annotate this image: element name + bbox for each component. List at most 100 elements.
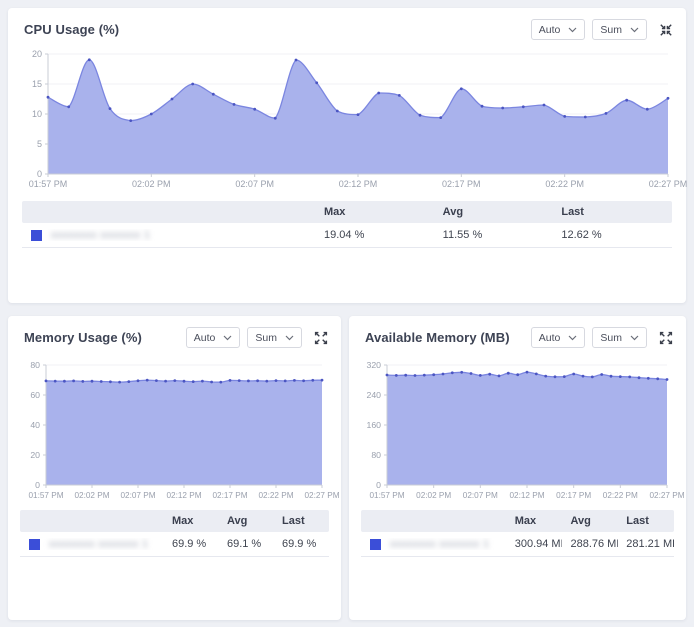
- expand-icon: [314, 331, 328, 345]
- svg-text:80: 80: [30, 360, 40, 370]
- time-interval-select[interactable]: Auto: [186, 327, 241, 348]
- legend-col-last: Last: [618, 515, 674, 527]
- select-value: Sum: [600, 332, 622, 344]
- legend-col-max: Max: [164, 515, 219, 527]
- svg-text:0: 0: [37, 169, 42, 179]
- series-max-value: 19.04 %: [316, 229, 435, 241]
- aggregation-select[interactable]: Sum: [592, 19, 647, 40]
- expand-icon: [659, 331, 673, 345]
- svg-text:02:17 PM: 02:17 PM: [556, 491, 591, 500]
- legend-col-avg: Avg: [219, 515, 274, 527]
- series-max-value: 69.9 %: [164, 538, 219, 550]
- time-interval-select[interactable]: Auto: [531, 327, 586, 348]
- svg-text:02:12 PM: 02:12 PM: [509, 491, 544, 500]
- svg-text:01:57 PM: 01:57 PM: [369, 491, 404, 500]
- cpu-usage-panel: CPU Usage (%) Auto Sum: [8, 8, 686, 303]
- legend-row[interactable]: xxxxxxxx xxxxxxx 1 69.9 % 69.1 % 69.9 %: [20, 532, 329, 557]
- svg-text:02:07 PM: 02:07 PM: [463, 491, 498, 500]
- svg-text:60: 60: [30, 390, 40, 400]
- legend-row[interactable]: xxxxxxxx xxxxxxx 1 300.94 MB 288.76 MB 2…: [361, 532, 674, 557]
- legend-header: Max Avg Last: [361, 510, 674, 532]
- chevron-down-icon: [568, 335, 577, 341]
- chevron-down-icon: [223, 335, 232, 341]
- svg-text:02:27 PM: 02:27 PM: [649, 179, 688, 189]
- series-name-blurred: xxxxxxxx xxxxxxx 1: [49, 538, 148, 550]
- series-last-value: 12.62 %: [553, 229, 672, 241]
- aggregation-select[interactable]: Sum: [592, 327, 647, 348]
- svg-text:02:07 PM: 02:07 PM: [235, 179, 274, 189]
- svg-text:02:02 PM: 02:02 PM: [132, 179, 171, 189]
- select-value: Auto: [194, 332, 216, 344]
- panel-controls: Auto Sum: [531, 19, 673, 40]
- chevron-down-icon: [285, 335, 294, 341]
- svg-text:5: 5: [37, 139, 42, 149]
- svg-text:80: 80: [371, 450, 381, 460]
- panel-header: CPU Usage (%) Auto Sum: [8, 8, 686, 40]
- select-value: Sum: [255, 332, 277, 344]
- series-color-swatch: [29, 539, 40, 550]
- chevron-down-icon: [568, 27, 577, 33]
- svg-text:02:27 PM: 02:27 PM: [304, 491, 339, 500]
- svg-text:15: 15: [32, 79, 42, 89]
- series-last-value: 69.9 %: [274, 538, 329, 550]
- svg-text:20: 20: [32, 49, 42, 59]
- svg-text:01:57 PM: 01:57 PM: [29, 179, 68, 189]
- panel-header: Memory Usage (%) Auto Sum: [8, 316, 341, 348]
- chevron-down-icon: [630, 27, 639, 33]
- svg-text:160: 160: [367, 420, 382, 430]
- collapse-button[interactable]: [659, 23, 673, 37]
- collapse-icon: [659, 23, 673, 37]
- svg-text:02:22 PM: 02:22 PM: [545, 179, 584, 189]
- svg-text:02:22 PM: 02:22 PM: [258, 491, 293, 500]
- panel-header: Available Memory (MB) Auto Sum: [349, 316, 686, 348]
- legend-header: Max Avg Last: [22, 201, 672, 223]
- series-name-blurred: xxxxxxxx xxxxxxx 1: [390, 538, 489, 550]
- series-last-value: 281.21 MB: [618, 538, 674, 550]
- legend-col-avg: Avg: [435, 206, 554, 218]
- svg-text:02:12 PM: 02:12 PM: [166, 491, 201, 500]
- series-color-swatch: [31, 230, 42, 241]
- legend-col-last: Last: [274, 515, 329, 527]
- panel-title: CPU Usage (%): [24, 22, 119, 37]
- select-value: Sum: [600, 24, 622, 36]
- svg-text:02:17 PM: 02:17 PM: [442, 179, 481, 189]
- legend-table: Max Avg Last xxxxxxxx xxxxxxx 1 69.9 % 6…: [20, 510, 329, 557]
- available-memory-panel: Available Memory (MB) Auto Sum: [349, 316, 686, 620]
- panel-controls: Auto Sum: [186, 327, 328, 348]
- legend-col-avg: Avg: [562, 515, 618, 527]
- memory-usage-chart[interactable]: 02040608001:57 PM02:02 PM02:07 PM02:12 P…: [20, 357, 329, 503]
- svg-text:20: 20: [30, 450, 40, 460]
- legend-col-max: Max: [507, 515, 563, 527]
- expand-button[interactable]: [659, 331, 673, 345]
- expand-button[interactable]: [314, 331, 328, 345]
- memory-usage-panel: Memory Usage (%) Auto Sum: [8, 316, 341, 620]
- legend-row[interactable]: xxxxxxxx xxxxxxx 1 19.04 % 11.55 % 12.62…: [22, 223, 672, 248]
- svg-text:02:02 PM: 02:02 PM: [74, 491, 109, 500]
- panel-title: Memory Usage (%): [24, 330, 142, 345]
- svg-text:02:07 PM: 02:07 PM: [120, 491, 155, 500]
- series-avg-value: 69.1 %: [219, 538, 274, 550]
- select-value: Auto: [539, 24, 561, 36]
- svg-text:02:02 PM: 02:02 PM: [416, 491, 451, 500]
- svg-text:240: 240: [367, 390, 382, 400]
- series-max-value: 300.94 MB: [507, 538, 563, 550]
- series-color-swatch: [370, 539, 381, 550]
- svg-text:02:27 PM: 02:27 PM: [649, 491, 684, 500]
- svg-text:0: 0: [35, 480, 40, 490]
- time-interval-select[interactable]: Auto: [531, 19, 586, 40]
- aggregation-select[interactable]: Sum: [247, 327, 302, 348]
- series-avg-value: 11.55 %: [435, 229, 554, 241]
- monitoring-dashboard: CPU Usage (%) Auto Sum: [0, 0, 694, 627]
- available-memory-chart[interactable]: 08016024032001:57 PM02:02 PM02:07 PM02:1…: [361, 357, 674, 503]
- svg-text:320: 320: [367, 360, 382, 370]
- svg-text:02:17 PM: 02:17 PM: [212, 491, 247, 500]
- panel-controls: Auto Sum: [531, 327, 673, 348]
- cpu-usage-chart[interactable]: 0510152001:57 PM02:02 PM02:07 PM02:12 PM…: [18, 46, 676, 192]
- svg-text:02:12 PM: 02:12 PM: [339, 179, 378, 189]
- panel-title: Available Memory (MB): [365, 330, 510, 345]
- legend-header: Max Avg Last: [20, 510, 329, 532]
- select-value: Auto: [539, 332, 561, 344]
- svg-text:40: 40: [30, 420, 40, 430]
- series-name-blurred: xxxxxxxx xxxxxxx 1: [51, 229, 150, 241]
- legend-table: Max Avg Last xxxxxxxx xxxxxxx 1 19.04 % …: [22, 201, 672, 248]
